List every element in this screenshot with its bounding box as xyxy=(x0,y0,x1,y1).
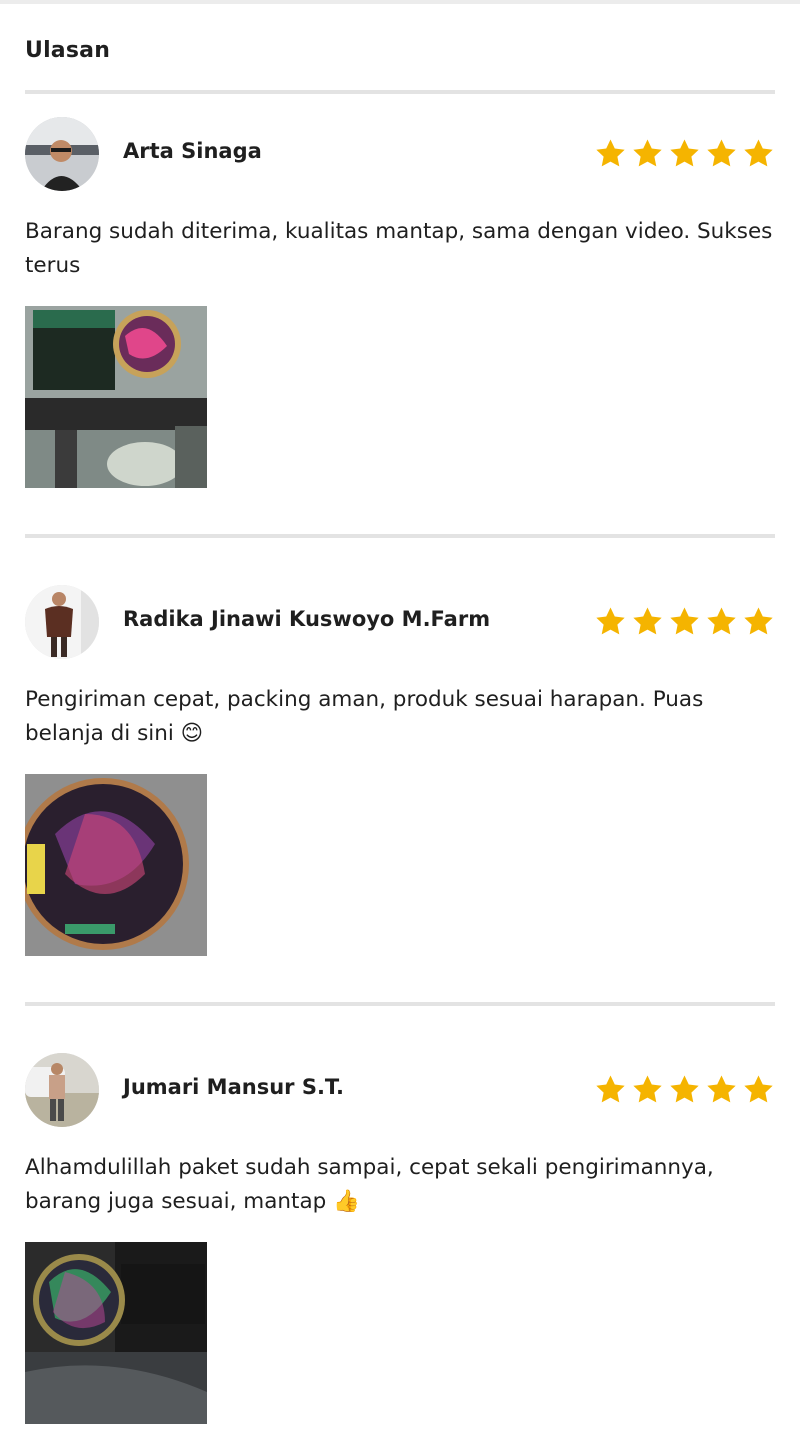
product-photo-icon xyxy=(25,774,207,956)
star-icon xyxy=(707,139,736,167)
star-icon xyxy=(707,1075,736,1103)
reviewer-name[interactable]: Radika Jinawi Kuswoyo M.Farm xyxy=(123,607,490,631)
review-text: Alhamdulillah paket sudah sampai, cepat … xyxy=(25,1155,714,1214)
star-icon xyxy=(670,1075,699,1103)
star-icon xyxy=(633,139,662,167)
avatar-photo xyxy=(25,585,99,659)
avatar[interactable] xyxy=(25,1053,99,1127)
star-icon xyxy=(596,139,625,167)
star-icon xyxy=(633,607,662,635)
reviewer-name[interactable]: Arta Sinaga xyxy=(123,139,262,163)
review-text: Pengiriman cepat, packing aman, produk s… xyxy=(25,687,704,746)
avatar-photo xyxy=(25,1053,99,1127)
star-icon xyxy=(744,139,773,167)
star-icon xyxy=(633,1075,662,1103)
review-photo[interactable] xyxy=(25,774,207,956)
top-border xyxy=(0,0,800,4)
review-photo[interactable] xyxy=(25,1242,207,1424)
star-icon xyxy=(596,1075,625,1103)
star-icon xyxy=(744,1075,773,1103)
rating-stars xyxy=(594,137,775,170)
star-icon xyxy=(670,139,699,167)
star-icon xyxy=(707,607,736,635)
star-icon xyxy=(670,607,699,635)
product-photo-icon xyxy=(25,306,207,488)
avatar[interactable] xyxy=(25,585,99,659)
product-photo-icon xyxy=(25,1242,207,1424)
divider xyxy=(25,1002,775,1006)
divider xyxy=(25,90,775,94)
section-title: Ulasan xyxy=(25,38,111,63)
star-icon xyxy=(596,607,625,635)
review-text: Barang sudah diterima, kualitas mantap, … xyxy=(25,219,773,278)
review-photo[interactable] xyxy=(25,306,207,488)
star-icon xyxy=(744,607,773,635)
rating-stars xyxy=(594,1073,775,1106)
divider xyxy=(25,534,775,538)
rating-stars xyxy=(594,605,775,638)
avatar-photo xyxy=(25,117,99,191)
reviewer-name[interactable]: Jumari Mansur S.T. xyxy=(123,1075,344,1099)
avatar[interactable] xyxy=(25,117,99,191)
